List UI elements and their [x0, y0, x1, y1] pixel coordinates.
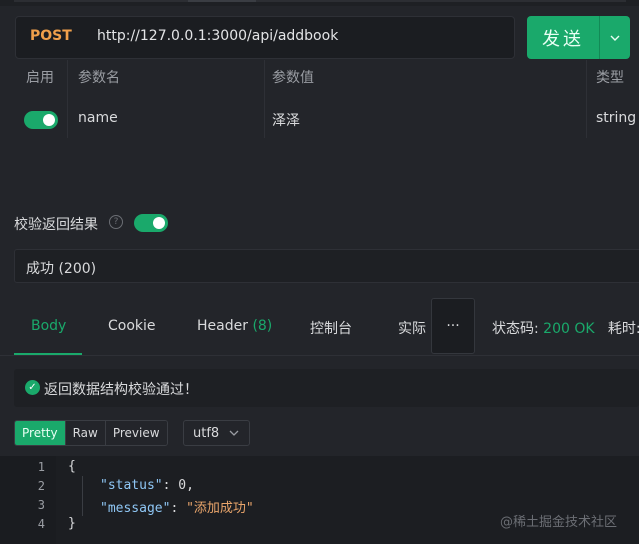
code-line-4: }	[68, 516, 76, 531]
encoding-select[interactable]: utf8	[183, 420, 250, 446]
status-code-label: 状态码:	[492, 321, 539, 337]
column-divider	[67, 60, 68, 138]
indent-guide	[82, 476, 83, 516]
more-tabs-button[interactable]: ···	[431, 298, 475, 354]
tab-console[interactable]: 控制台	[310, 318, 352, 338]
question-icon[interactable]: ?	[109, 215, 123, 229]
param-enabled-toggle[interactable]	[24, 111, 58, 129]
tab-divider	[0, 355, 639, 356]
status-code-value: 200 OK	[543, 321, 595, 337]
code-line-3: "message": "添加成功"	[100, 501, 254, 516]
tab-header[interactable]: Header (8)	[197, 318, 272, 334]
param-type-cell[interactable]: string	[596, 110, 636, 126]
chevron-down-icon	[229, 428, 239, 439]
chevron-down-icon	[610, 31, 620, 44]
line-gutter	[0, 456, 56, 544]
validate-label: 校验返回结果	[14, 217, 98, 233]
column-header-type: 类型	[596, 70, 624, 86]
column-header-enabled: 启用	[26, 70, 54, 86]
encoding-value: utf8	[193, 425, 220, 441]
send-options-button[interactable]	[599, 16, 630, 59]
time-label: 耗时:	[607, 321, 639, 337]
tab-header-label: Header	[197, 318, 248, 334]
column-divider	[264, 60, 265, 138]
top-thumb[interactable]	[188, 0, 256, 2]
more-icon: ···	[446, 318, 460, 334]
line-number: 1	[37, 460, 45, 474]
code-line-1: {	[68, 459, 76, 474]
validate-status-value: 成功 (200)	[26, 261, 97, 277]
code-viewer[interactable]	[0, 456, 639, 544]
tab-actual[interactable]: 实际	[398, 318, 426, 338]
tab-body[interactable]: Body	[31, 318, 66, 334]
url-input[interactable]: http://127.0.0.1:3000/api/addbook	[97, 28, 338, 44]
validation-result-text: 返回数据结构校验通过！	[44, 382, 198, 398]
format-raw-button[interactable]: Raw	[65, 421, 106, 445]
param-name-cell[interactable]: name	[78, 110, 118, 126]
response-status: 状态码: 200 OK 耗时:	[492, 318, 639, 338]
json-key-status: "status"	[100, 478, 163, 493]
top-track	[14, 0, 626, 2]
line-number: 2	[37, 479, 45, 493]
format-button-group: Pretty Raw Preview	[14, 420, 168, 446]
line-number: 4	[37, 517, 45, 531]
json-value-status: 0	[178, 478, 187, 493]
validate-status-select[interactable]	[14, 249, 639, 283]
format-preview-button[interactable]: Preview	[105, 421, 167, 445]
check-icon: ✓	[25, 380, 40, 395]
method-select[interactable]: POST	[30, 28, 72, 44]
json-key-message: "message"	[100, 501, 171, 516]
code-line-2: "status": 0,	[100, 478, 194, 493]
column-header-param-name: 参数名	[78, 70, 120, 86]
tab-header-count: (8)	[252, 318, 273, 334]
column-divider	[586, 60, 587, 138]
top-scroll-strip	[0, 0, 639, 6]
line-number: 3	[37, 498, 45, 512]
param-value-cell[interactable]: 泽泽	[272, 110, 300, 130]
validate-toggle[interactable]	[134, 214, 168, 232]
send-button[interactable]: 发送	[527, 16, 599, 59]
column-header-param-value: 参数值	[272, 70, 314, 86]
watermark: @稀土掘金技术社区	[500, 515, 618, 530]
json-value-message: "添加成功"	[186, 501, 254, 516]
tab-cookie[interactable]: Cookie	[108, 318, 156, 334]
format-pretty-button[interactable]: Pretty	[15, 421, 66, 445]
